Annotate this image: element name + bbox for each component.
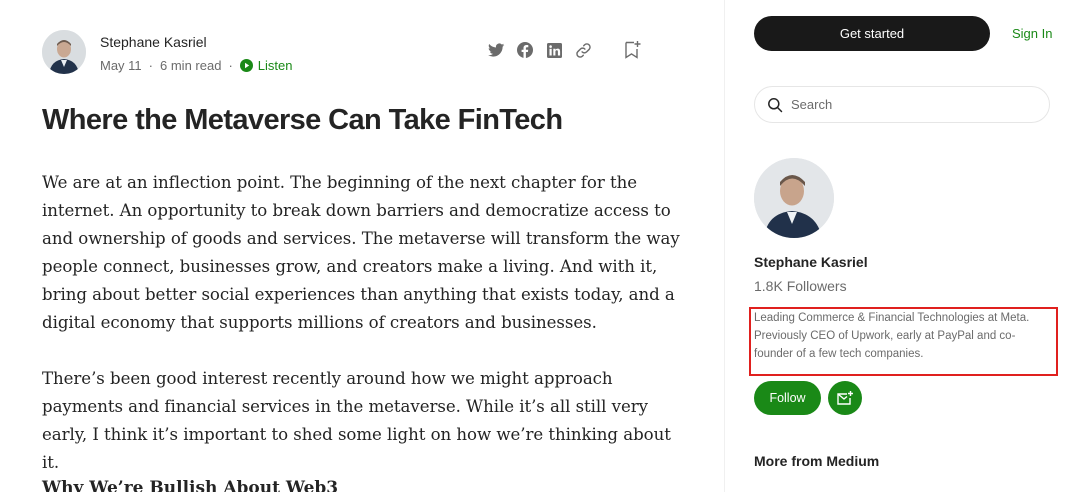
publish-date: May 11: [100, 58, 142, 73]
link-icon[interactable]: [573, 40, 593, 60]
article-title: Where the Metaverse Can Take FinTech: [42, 104, 563, 136]
article-paragraph-1: We are at an inflection point. The begin…: [42, 173, 680, 332]
subscribe-button[interactable]: [828, 381, 862, 415]
meta-separator: ·: [228, 58, 233, 73]
follow-button[interactable]: Follow: [754, 381, 821, 415]
author-name[interactable]: Stephane Kasriel: [100, 34, 207, 50]
search-input[interactable]: [791, 97, 1021, 112]
twitter-icon[interactable]: [486, 40, 506, 60]
meta-separator: ·: [148, 58, 154, 73]
follower-count[interactable]: 1.8K Followers: [754, 278, 847, 294]
play-circle-icon: [239, 59, 253, 72]
share-bar: [486, 40, 642, 60]
bookmark-icon[interactable]: [622, 40, 642, 60]
article-column: Stephane Kasriel May 11 · 6 min read · L…: [0, 0, 725, 492]
listen-label: Listen: [257, 58, 293, 73]
article-meta: May 11 · 6 min read · Listen: [100, 58, 292, 73]
get-started-button[interactable]: Get started: [754, 16, 990, 51]
read-time: 6 min read: [160, 58, 222, 73]
listen-button[interactable]: Listen: [239, 58, 293, 73]
highlight-annotation-box: [749, 307, 1058, 376]
search-icon: [768, 97, 783, 112]
sign-in-link[interactable]: Sign In: [1012, 26, 1052, 41]
sidebar-author-name[interactable]: Stephane Kasriel: [754, 254, 868, 270]
article-subheading: Why We’re Bullish About Web3: [42, 478, 339, 492]
search-box[interactable]: [754, 86, 1050, 123]
mail-plus-icon: [837, 391, 853, 405]
author-avatar[interactable]: [42, 30, 86, 74]
sidebar-author-avatar[interactable]: [754, 158, 834, 238]
article-paragraph-2: There’s been good interest recently arou…: [42, 369, 671, 472]
more-from-medium-heading: More from Medium: [754, 453, 880, 469]
facebook-icon[interactable]: [515, 40, 535, 60]
linkedin-icon[interactable]: [544, 40, 564, 60]
column-divider: [724, 0, 725, 492]
